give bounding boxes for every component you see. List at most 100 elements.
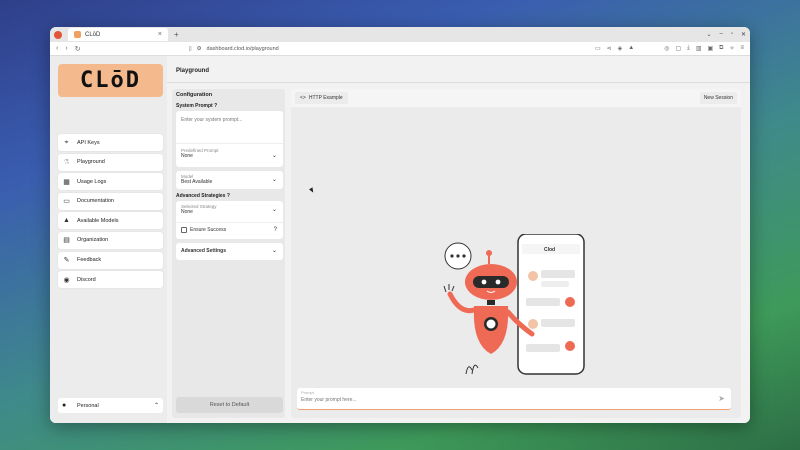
sidebar-item-discord[interactable]: ◉ Discord xyxy=(58,271,163,289)
browser-tab[interactable]: CLōD × xyxy=(68,28,168,41)
strategy-value: None xyxy=(181,209,193,215)
account-icon[interactable]: ◎ xyxy=(664,45,669,52)
http-example-button[interactable]: <> HTTP Example xyxy=(295,92,348,104)
move-icon: ⌖ xyxy=(64,138,69,146)
page-title: Playground xyxy=(176,68,210,74)
sidebar-item-label: API Keys xyxy=(77,139,100,146)
reset-to-default-button[interactable]: Reset to Default xyxy=(176,397,283,413)
sidebar-item-label: Usage Logs xyxy=(77,178,107,185)
user-avatar-icon xyxy=(528,271,538,281)
advanced-strategies-label: Advanced Strategies ? xyxy=(176,193,230,199)
logs-icon: ▦ xyxy=(63,178,70,186)
advanced-settings-toggle[interactable]: Advanced Settings ⌄ xyxy=(176,243,283,260)
toolbar-icons: ▭ ⋖ ◈ ▲ ◎ ▢ ⤓ ▥ ▣ ⧉ ✧ ≡ xyxy=(595,45,744,52)
maximize-icon[interactable]: ▫ xyxy=(731,31,733,38)
url-bar: ‹ › ↻ ▯ ⚙ dashboard.clod.io/playground ▭… xyxy=(50,42,750,56)
prompt-composer: Prompt ➤ xyxy=(297,388,731,410)
address-field[interactable]: ▯ ⚙ dashboard.clod.io/playground xyxy=(189,46,279,52)
extension-icon[interactable]: ▲ xyxy=(628,45,634,52)
flask-icon: ⚗ xyxy=(63,159,70,167)
models-icon: ▲ xyxy=(63,217,70,225)
sidebar-item-feedback[interactable]: ✎ Feedback xyxy=(58,251,163,269)
site-info-icon[interactable]: ⚙ xyxy=(197,46,202,52)
sidebar-item-label: Playground xyxy=(77,159,105,166)
ensure-success-toggle[interactable]: Ensure Success xyxy=(181,227,226,233)
http-example-label: HTTP Example xyxy=(308,95,343,101)
reader-icon[interactable]: ▭ xyxy=(595,45,601,52)
nav-buttons: ‹ › ↻ xyxy=(56,45,81,53)
window-controls: ⌄ – ▫ ✕ xyxy=(706,31,746,38)
back-icon[interactable]: ‹ xyxy=(56,45,58,53)
shield-icon[interactable]: ◈ xyxy=(618,45,623,52)
chat-panel: <> HTTP Example New Session Clod Prompt … xyxy=(291,89,741,418)
advanced-settings-label: Advanced Settings xyxy=(181,248,227,254)
building-icon: ▤ xyxy=(63,237,70,245)
tab-title: CLōD xyxy=(85,31,101,38)
close-icon[interactable]: ✕ xyxy=(741,31,746,38)
send-icon[interactable]: ➤ xyxy=(718,394,725,403)
sidebar-nav: ⌖ API Keys ⚗ Playground ▦ Usage Logs ▭ D… xyxy=(58,134,163,291)
card-divider xyxy=(176,222,283,223)
app: CLōD ⌖ API Keys ⚗ Playground ▦ Usage Log… xyxy=(50,56,750,423)
toolbar-spacer xyxy=(640,45,658,52)
account-switcher[interactable]: ● Personal ⌃ xyxy=(58,398,163,413)
puzzle-icon[interactable]: ⧉ xyxy=(719,45,723,52)
model-value: Best Available xyxy=(181,179,213,185)
sidebar: CLōD ⌖ API Keys ⚗ Playground ▦ Usage Log… xyxy=(50,56,167,423)
window-icon[interactable]: ▣ xyxy=(707,45,713,52)
sidebar-item-api-keys[interactable]: ⌖ API Keys xyxy=(58,134,163,151)
sidebar-item-usage-logs[interactable]: ▦ Usage Logs xyxy=(58,173,163,191)
feedback-icon: ✎ xyxy=(63,257,70,265)
chevron-down-icon: ⌄ xyxy=(271,177,277,183)
logo-text: CLōD xyxy=(80,68,141,93)
system-prompt-input[interactable]: Enter your system prompt... xyxy=(176,111,283,129)
new-tab-icon[interactable]: + xyxy=(174,30,179,39)
predefined-prompt-select[interactable]: Predefined Prompt None xyxy=(181,148,219,159)
bookmark-icon[interactable]: ▯ xyxy=(189,46,192,52)
discord-icon: ◉ xyxy=(63,276,70,284)
share-icon[interactable]: ⋖ xyxy=(607,45,612,52)
user-icon: ● xyxy=(62,402,67,409)
screenshot-icon[interactable]: ▢ xyxy=(675,45,681,52)
strategy-card: Selected Strategy None ⌄ Ensure Success … xyxy=(176,201,283,239)
folder-icon: ▭ xyxy=(63,198,70,206)
sidebar-item-available-models[interactable]: ▲ Available Models xyxy=(58,212,163,230)
firefox-icon xyxy=(54,30,62,39)
sidebar-icon[interactable]: ▥ xyxy=(696,45,702,52)
ensure-success-label: Ensure Success xyxy=(190,227,227,233)
download-icon[interactable]: ⤓ xyxy=(687,45,690,52)
new-session-button[interactable]: New Session xyxy=(699,92,737,104)
prompt-input[interactable] xyxy=(301,397,649,403)
system-prompt-card: Enter your system prompt... Predefined P… xyxy=(176,111,283,167)
sidebar-item-documentation[interactable]: ▭ Documentation xyxy=(58,192,163,210)
card-divider xyxy=(176,143,283,144)
phone-title: Clod xyxy=(544,247,555,253)
prompt-label: Prompt xyxy=(301,390,314,395)
favicon-icon xyxy=(74,31,81,38)
chat-toolbar: <> HTTP Example New Session xyxy=(291,89,741,107)
strategy-select[interactable]: Selected Strategy None xyxy=(181,204,217,215)
minimize-icon[interactable]: – xyxy=(719,31,722,38)
browser-tab-bar: CLōD × + ⌄ – ▫ ✕ xyxy=(50,27,750,42)
tab-close-icon[interactable]: × xyxy=(158,31,162,38)
forward-icon[interactable]: › xyxy=(65,45,67,53)
bot-avatar-icon xyxy=(565,297,575,307)
configuration-panel: Configuration System Prompt ? Enter your… xyxy=(172,89,285,418)
chevron-up-icon: ⌃ xyxy=(153,403,159,409)
sidebar-item-organization[interactable]: ▤ Organization xyxy=(58,231,163,249)
account-label: Personal xyxy=(77,402,99,409)
chevron-down-icon[interactable]: ⌄ xyxy=(272,152,277,159)
sidebar-item-playground[interactable]: ⚗ Playground xyxy=(58,153,163,171)
ensure-success-checkbox[interactable] xyxy=(181,227,187,233)
system-prompt-label: System Prompt ? xyxy=(176,103,218,109)
chevron-down-icon[interactable]: ⌄ xyxy=(272,206,277,213)
help-icon[interactable]: ? xyxy=(274,227,277,233)
reload-icon[interactable]: ↻ xyxy=(75,45,81,53)
configuration-heading: Configuration xyxy=(176,92,213,98)
menu-icon[interactable]: ≡ xyxy=(740,45,744,52)
browser-window: CLōD × + ⌄ – ▫ ✕ ‹ › ↻ ▯ ⚙ dashboard.clo… xyxy=(50,27,750,423)
model-select[interactable]: Model Best Available ⌄ xyxy=(176,171,283,189)
clod-logo[interactable]: CLōD xyxy=(58,64,163,97)
extension-star-icon[interactable]: ✧ xyxy=(729,45,734,52)
chevron-down-icon[interactable]: ⌄ xyxy=(706,31,711,38)
